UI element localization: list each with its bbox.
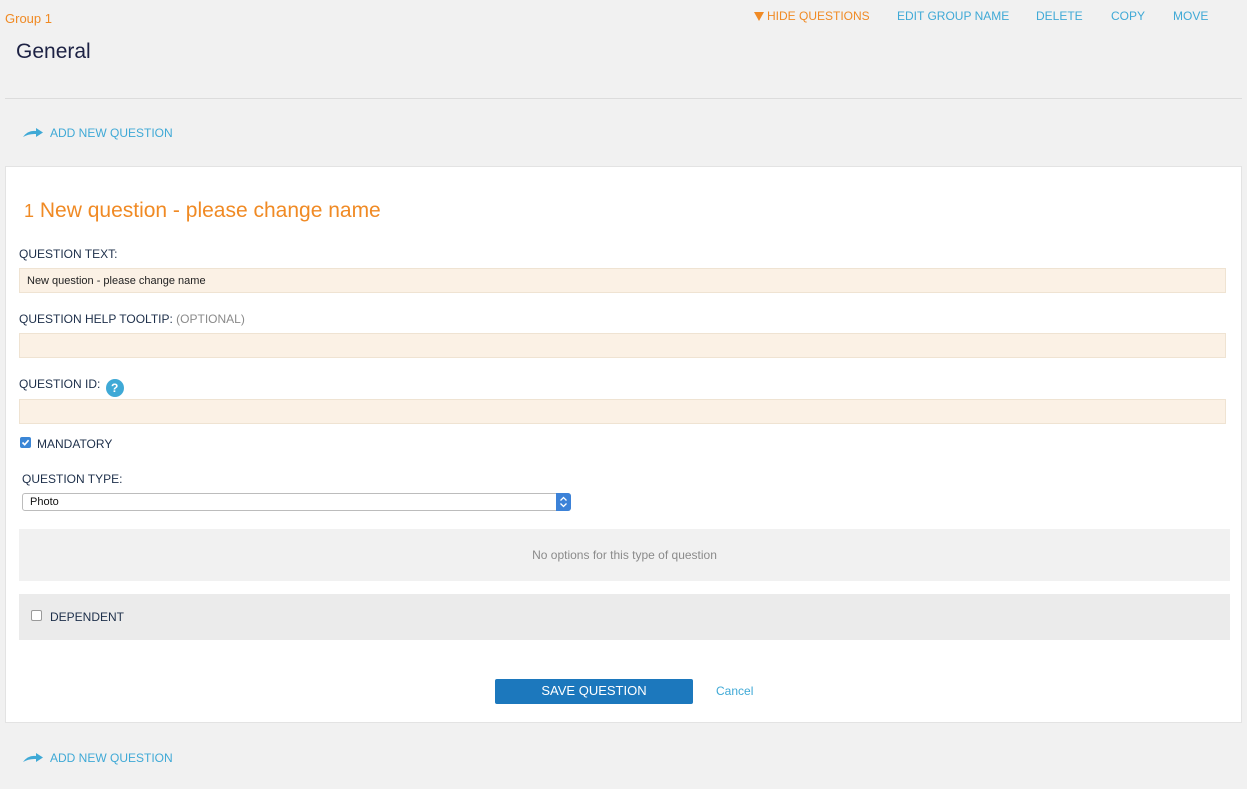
question-tooltip-input[interactable] bbox=[19, 333, 1226, 358]
hide-questions-label: HIDE QUESTIONS bbox=[767, 9, 870, 23]
question-type-label: QUESTION TYPE: bbox=[22, 472, 123, 486]
group-title: General bbox=[16, 40, 91, 63]
arrow-right-icon bbox=[23, 128, 43, 137]
optional-hint: (OPTIONAL) bbox=[176, 312, 245, 326]
question-id-label-row: QUESTION ID: ? bbox=[19, 377, 124, 397]
question-title: New question - please change name bbox=[39, 199, 381, 222]
question-tooltip-label-row: QUESTION HELP TOOLTIP: (OPTIONAL) bbox=[19, 312, 245, 326]
select-arrows-icon bbox=[556, 493, 571, 511]
hide-questions-link[interactable]: HIDE QUESTIONS bbox=[754, 9, 870, 23]
dependent-panel: DEPENDENT bbox=[19, 594, 1230, 640]
group-toolbar: HIDE QUESTIONS EDIT GROUP NAME DELETE CO… bbox=[0, 9, 1247, 25]
question-id-input[interactable] bbox=[19, 399, 1226, 424]
header-divider bbox=[5, 98, 1242, 99]
question-type-select[interactable]: Photo bbox=[22, 493, 571, 511]
arrow-right-icon bbox=[23, 753, 43, 762]
delete-group-link[interactable]: DELETE bbox=[1036, 9, 1083, 23]
help-icon[interactable]: ? bbox=[105, 379, 124, 397]
question-text-input[interactable] bbox=[19, 268, 1226, 293]
save-question-button[interactable]: SAVE QUESTION bbox=[495, 679, 693, 704]
mandatory-label: MANDATORY bbox=[37, 437, 113, 451]
add-new-question-link-bottom[interactable]: ADD NEW QUESTION bbox=[22, 750, 182, 768]
question-heading: 1 New question - please change name bbox=[24, 199, 381, 223]
checkmark-icon bbox=[21, 439, 30, 446]
no-options-message: No options for this type of question bbox=[532, 548, 717, 562]
edit-group-name-link[interactable]: EDIT GROUP NAME bbox=[897, 9, 1009, 23]
add-new-question-label: ADD NEW QUESTION bbox=[50, 126, 173, 140]
move-group-link[interactable]: MOVE bbox=[1173, 9, 1208, 23]
dependent-checkbox[interactable] bbox=[31, 610, 42, 621]
add-new-question-link-top[interactable]: ADD NEW QUESTION bbox=[22, 125, 182, 143]
add-new-question-label: ADD NEW QUESTION bbox=[50, 751, 173, 765]
question-tooltip-label: QUESTION HELP TOOLTIP: bbox=[19, 312, 173, 326]
question-text-label: QUESTION TEXT: bbox=[19, 247, 118, 261]
options-panel: No options for this type of question bbox=[19, 529, 1230, 581]
question-number: 1 bbox=[24, 201, 35, 221]
triangle-down-icon bbox=[754, 12, 764, 21]
question-id-label: QUESTION ID: bbox=[19, 377, 101, 391]
cancel-link[interactable]: Cancel bbox=[716, 684, 753, 698]
copy-group-link[interactable]: COPY bbox=[1111, 9, 1145, 23]
question-type-value: Photo bbox=[30, 496, 59, 508]
mandatory-checkbox[interactable] bbox=[20, 437, 31, 448]
dependent-label: DEPENDENT bbox=[50, 610, 125, 624]
